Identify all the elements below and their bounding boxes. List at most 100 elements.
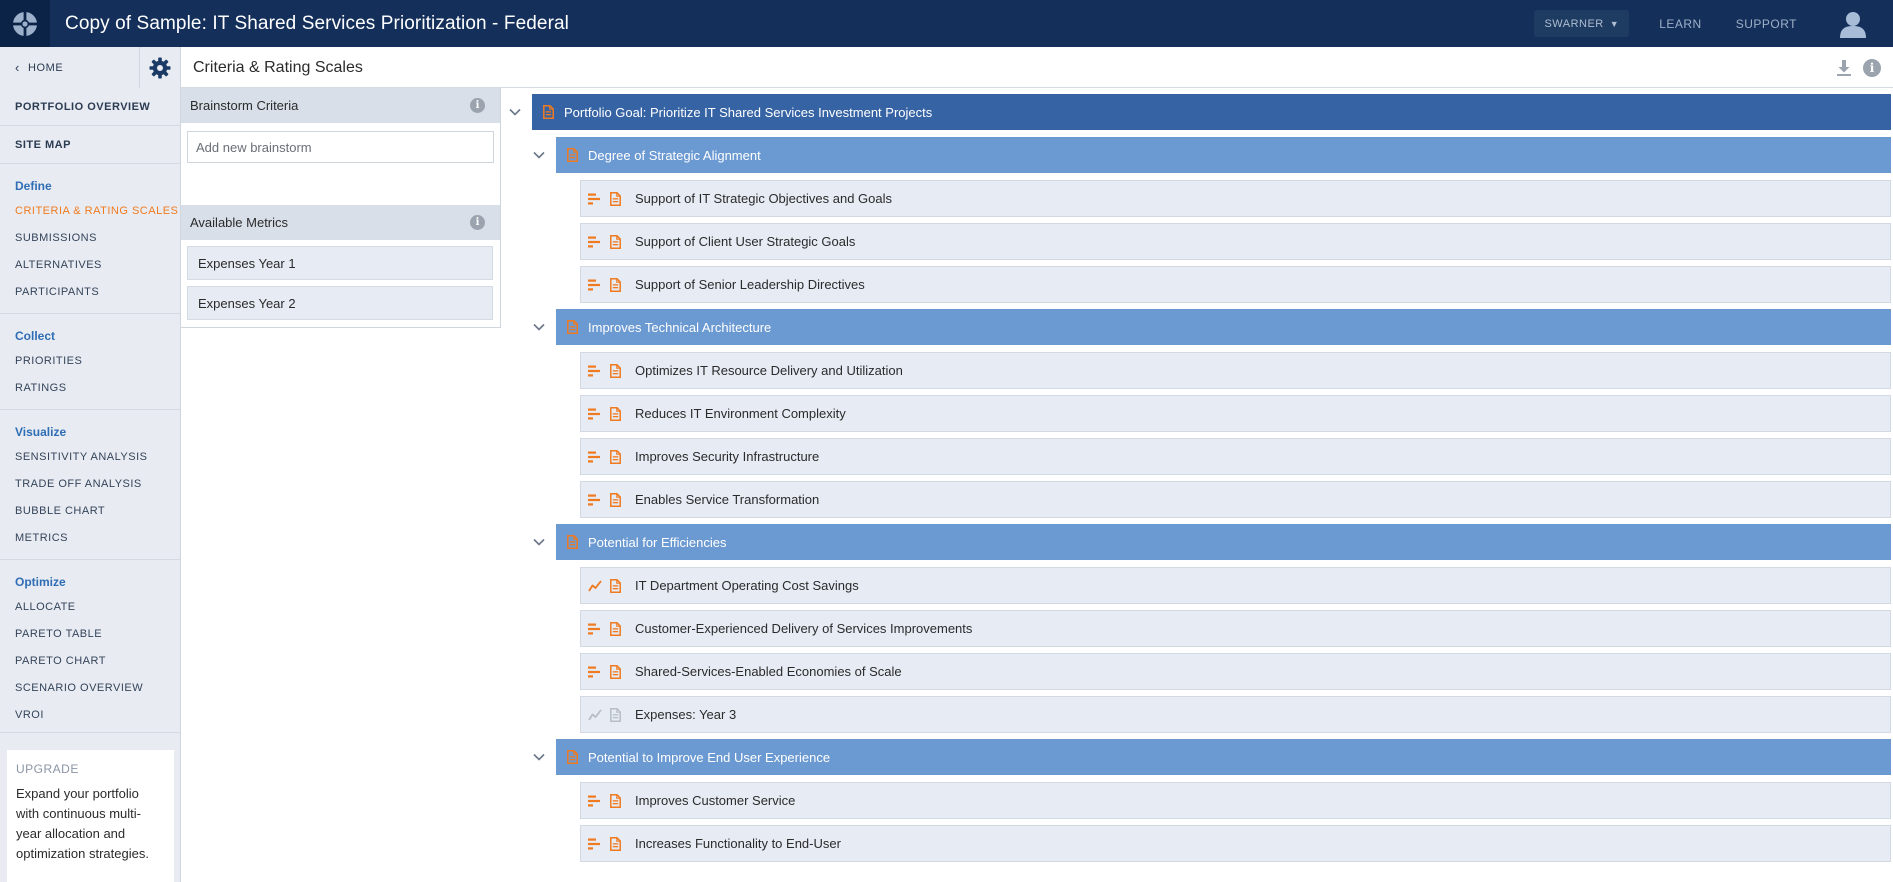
nav-item-sensitivity-analysis[interactable]: SENSITIVITY ANALYSIS — [0, 443, 180, 470]
nav-heading-optimize: Optimize — [15, 574, 66, 589]
document-icon — [610, 664, 621, 679]
settings-button[interactable] — [140, 47, 181, 88]
download-icon[interactable] — [1835, 59, 1853, 77]
rating-scale-icon[interactable] — [588, 623, 602, 635]
rating-scale-icon[interactable] — [588, 795, 602, 807]
nav-group-optimize: Optimize ALLOCATE PARETO TABLE PARETO CH… — [0, 560, 180, 736]
criterion-row[interactable]: Expenses: Year 3 — [580, 696, 1891, 733]
collapse-goal-chevron-icon[interactable] — [507, 104, 523, 120]
rating-scale-icon[interactable] — [588, 666, 602, 678]
document-icon — [610, 363, 621, 378]
criterion-label: IT Department Operating Cost Savings — [635, 578, 859, 593]
document-icon — [610, 449, 621, 464]
criterion-row[interactable]: IT Department Operating Cost Savings — [580, 567, 1891, 604]
brainstorm-title: Brainstorm Criteria — [190, 98, 299, 113]
criterion-row[interactable]: Support of IT Strategic Objectives and G… — [580, 180, 1891, 217]
learn-link[interactable]: LEARN — [1659, 17, 1702, 31]
rating-scale-icon[interactable] — [588, 279, 602, 291]
rating-scale-icon[interactable] — [588, 193, 602, 205]
collapse-category-chevron-icon[interactable] — [531, 147, 547, 163]
criterion-row[interactable]: Support of Senior Leadership Directives — [580, 266, 1891, 303]
criterion-row[interactable]: Improves Security Infrastructure — [580, 438, 1891, 475]
criterion-label: Reduces IT Environment Complexity — [635, 406, 846, 421]
collapse-category-chevron-icon[interactable] — [531, 534, 547, 550]
criterion-label: Enables Service Transformation — [635, 492, 820, 507]
criterion-row[interactable]: Shared-Services-Enabled Economies of Sca… — [580, 653, 1891, 690]
criterion-row[interactable]: Increases Functionality to End-User — [580, 825, 1891, 862]
nav-item-pareto-chart[interactable]: PARETO CHART — [0, 647, 180, 674]
nav-item-submissions[interactable]: SUBMISSIONS — [0, 224, 180, 251]
document-icon — [610, 492, 621, 507]
rating-scale-icon[interactable] — [588, 494, 602, 506]
nav-item-allocate[interactable]: ALLOCATE — [0, 593, 180, 620]
criterion-label: Improves Security Infrastructure — [635, 449, 820, 464]
upgrade-title: UPGRADE — [16, 762, 79, 776]
top-bar: Copy of Sample: IT Shared Services Prior… — [0, 0, 1893, 47]
criterion-row[interactable]: Improves Customer Service — [580, 782, 1891, 819]
category-row[interactable]: Potential to Improve End User Experience — [556, 739, 1891, 775]
nav-item-scenario-overview[interactable]: SCENARIO OVERVIEW — [0, 674, 180, 701]
criterion-row[interactable]: Customer-Experienced Delivery of Service… — [580, 610, 1891, 647]
criterion-row[interactable]: Reduces IT Environment Complexity — [580, 395, 1891, 432]
nav-site-map[interactable]: SITE MAP — [0, 126, 180, 164]
document-icon — [610, 578, 621, 593]
brainstorm-info-icon[interactable]: i — [470, 98, 485, 113]
gear-icon — [149, 57, 171, 78]
rating-scale-icon[interactable] — [588, 365, 602, 377]
upgrade-card[interactable]: UPGRADE Expand your portfolio with conti… — [7, 750, 174, 882]
compass-logo-icon — [12, 10, 38, 37]
page-title: Criteria & Rating Scales — [193, 58, 363, 76]
sub-header: ‹ HOME Criteria & Rating Scales i — [0, 47, 1893, 88]
chevron-left-icon: ‹ — [15, 60, 20, 75]
support-link[interactable]: SUPPORT — [1736, 17, 1797, 31]
metric-item[interactable]: Expenses Year 2 — [187, 286, 493, 320]
criterion-row[interactable]: Enables Service Transformation — [580, 481, 1891, 518]
criterion-label: Potential to Improve End User Experience — [588, 749, 831, 765]
sidebar: PORTFOLIO OVERVIEW SITE MAP Define CRITE… — [0, 88, 181, 882]
trend-line-icon[interactable] — [588, 579, 602, 592]
nav-item-bubble-chart[interactable]: BUBBLE CHART — [0, 497, 180, 524]
trend-line-icon[interactable] — [588, 708, 602, 721]
category-row[interactable]: Potential for Efficiencies — [556, 524, 1891, 560]
nav-item-participants[interactable]: PARTICIPANTS — [0, 278, 180, 305]
nav-item-metrics[interactable]: METRICS — [0, 524, 180, 551]
document-icon — [543, 105, 554, 119]
criterion-label: Customer-Experienced Delivery of Service… — [635, 621, 973, 636]
nav-item-criteria-rating-scales[interactable]: CRITERIA & RATING SCALES — [0, 197, 180, 224]
brainstorm-input[interactable] — [187, 131, 494, 163]
document-icon — [567, 750, 578, 764]
criterion-label: Support of Client User Strategic Goals — [635, 234, 856, 249]
rating-scale-icon[interactable] — [588, 236, 602, 248]
home-label: HOME — [27, 61, 64, 74]
nav-portfolio-overview[interactable]: PORTFOLIO OVERVIEW — [0, 88, 180, 126]
user-menu-button[interactable]: SWARNER ▼ — [1534, 10, 1630, 37]
user-avatar-icon[interactable] — [1838, 9, 1868, 39]
criterion-row[interactable]: Support of Client User Strategic Goals — [580, 223, 1891, 260]
criterion-row[interactable]: Optimizes IT Resource Delivery and Utili… — [580, 352, 1891, 389]
nav-group-visualize: Visualize SENSITIVITY ANALYSIS TRADE OFF… — [0, 410, 180, 560]
app-logo[interactable] — [0, 0, 50, 47]
goal-row[interactable]: Portfolio Goal: Prioritize IT Shared Ser… — [532, 94, 1891, 130]
collapse-category-chevron-icon[interactable] — [531, 319, 547, 335]
home-button[interactable]: ‹ HOME — [0, 47, 140, 88]
upgrade-text: Expand your portfolio with continuous mu… — [16, 786, 149, 861]
nav-item-trade-off-analysis[interactable]: TRADE OFF ANALYSIS — [0, 470, 180, 497]
criterion-label: Improves Customer Service — [635, 793, 796, 808]
nav-item-alternatives[interactable]: ALTERNATIVES — [0, 251, 180, 278]
metrics-info-icon[interactable]: i — [470, 215, 485, 230]
info-icon[interactable]: i — [1863, 58, 1881, 77]
category-row[interactable]: Improves Technical Architecture — [556, 309, 1891, 345]
nav-item-ratings[interactable]: RATINGS — [0, 374, 180, 401]
category-row[interactable]: Degree of Strategic Alignment — [556, 137, 1891, 173]
metric-item[interactable]: Expenses Year 1 — [187, 246, 493, 280]
nav-item-priorities[interactable]: PRIORITIES — [0, 347, 180, 374]
nav-item-pareto-table[interactable]: PARETO TABLE — [0, 620, 180, 647]
rating-scale-icon[interactable] — [588, 408, 602, 420]
collapse-category-chevron-icon[interactable] — [531, 749, 547, 765]
rating-scale-icon[interactable] — [588, 838, 602, 850]
nav-item-vroi[interactable]: VROI — [0, 701, 180, 728]
rating-scale-icon[interactable] — [588, 451, 602, 463]
sidebar-divider — [0, 732, 180, 733]
document-icon — [610, 621, 621, 636]
criteria-side-panel: Brainstorm Criteria i Available Metrics … — [181, 88, 501, 328]
